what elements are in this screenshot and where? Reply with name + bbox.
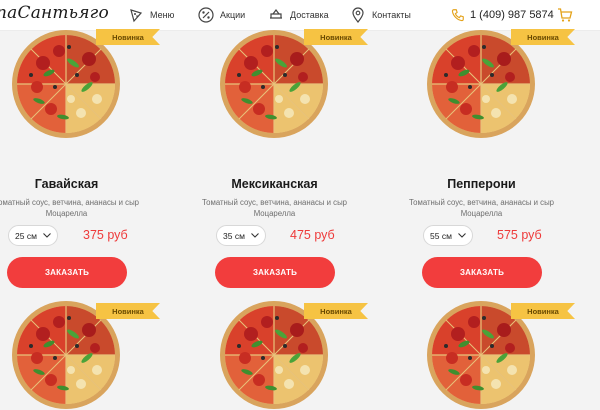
- description-line: Моцарелла: [45, 209, 88, 218]
- cart-icon[interactable]: [557, 7, 573, 23]
- delivery-icon: [270, 9, 282, 19]
- pizza-slice-icon: [130, 9, 143, 23]
- phone-icon: [451, 9, 464, 22]
- size-select[interactable]: 35 см: [216, 225, 266, 246]
- new-badge: Новинка: [511, 303, 575, 319]
- order-button[interactable]: ЗАКАЗАТЬ: [422, 257, 542, 288]
- product-card: Новинка: [0, 300, 170, 410]
- site-header: паСантьяго Меню Акции Доставка Контакты …: [0, 0, 600, 31]
- site-logo[interactable]: паСантьяго: [0, 3, 109, 23]
- size-select[interactable]: 55 см: [423, 225, 473, 246]
- nav-delivery-label: Доставка: [290, 10, 329, 20]
- new-badge: Новинка: [96, 29, 160, 45]
- nav-menu-label: Меню: [150, 10, 175, 20]
- size-value: 25 см: [15, 230, 37, 241]
- order-button[interactable]: ЗАКАЗАТЬ: [7, 257, 127, 288]
- description-line: Моцарелла: [460, 209, 503, 218]
- product-name: Мексиканская: [231, 177, 318, 191]
- nav-menu[interactable]: Меню: [128, 6, 174, 24]
- new-badge: Новинка: [304, 303, 368, 319]
- new-badge: Новинка: [96, 303, 160, 319]
- nav-promotions[interactable]: Акции: [198, 6, 245, 24]
- chevron-down-icon: [43, 233, 51, 238]
- pizza-image[interactable]: [11, 29, 121, 139]
- product-card: Новинка Пепперони Томатный соус, ветчина…: [378, 29, 585, 299]
- product-name: Пепперони: [447, 177, 516, 191]
- discount-icon: [198, 7, 214, 23]
- size-value: 35 см: [223, 230, 245, 241]
- product-card: Новинка Гавайская Томатный соус, ветчина…: [0, 29, 170, 299]
- chevron-down-icon: [251, 233, 259, 238]
- size-value: 55 см: [430, 230, 452, 241]
- nav-promotions-label: Акции: [220, 10, 246, 20]
- size-select[interactable]: 25 см: [8, 225, 58, 246]
- product-price: 475 руб: [290, 228, 335, 242]
- description-line: Моцарелла: [253, 209, 296, 218]
- pizza-image[interactable]: [426, 29, 536, 139]
- description-line: Томатный соус, ветчина, ананасы и сыр: [408, 198, 555, 207]
- new-badge: Новинка: [511, 29, 575, 45]
- product-card: Новинка: [171, 300, 378, 410]
- product-name: Гавайская: [34, 177, 99, 191]
- product-description: Томатный соус, ветчина, ананасы и сыр Мо…: [0, 197, 170, 219]
- product-card: Новинка: [378, 300, 585, 410]
- phone-number[interactable]: 1 (409) 987 5874: [451, 6, 554, 24]
- nav-delivery[interactable]: Доставка: [268, 6, 329, 24]
- nav-contacts-label: Контакты: [372, 10, 411, 20]
- location-pin-icon: [352, 7, 364, 23]
- order-button[interactable]: ЗАКАЗАТЬ: [215, 257, 335, 288]
- product-description: Томатный соус, ветчина, ананасы и сыр Мо…: [171, 197, 378, 219]
- nav-contacts[interactable]: Контакты: [350, 6, 411, 24]
- product-price: 375 руб: [83, 228, 128, 242]
- description-line: Томатный соус, ветчина, ананасы и сыр: [0, 198, 140, 207]
- product-description: Томатный соус, ветчина, ананасы и сыр Мо…: [378, 197, 585, 219]
- phone-number-text: 1 (409) 987 5874: [470, 9, 554, 21]
- product-card: Новинка Мексиканская Томатный соус, ветч…: [171, 29, 378, 299]
- new-badge: Новинка: [304, 29, 368, 45]
- product-price: 575 руб: [497, 228, 542, 242]
- description-line: Томатный соус, ветчина, ананасы и сыр: [201, 198, 348, 207]
- chevron-down-icon: [458, 233, 466, 238]
- pizza-image[interactable]: [219, 29, 329, 139]
